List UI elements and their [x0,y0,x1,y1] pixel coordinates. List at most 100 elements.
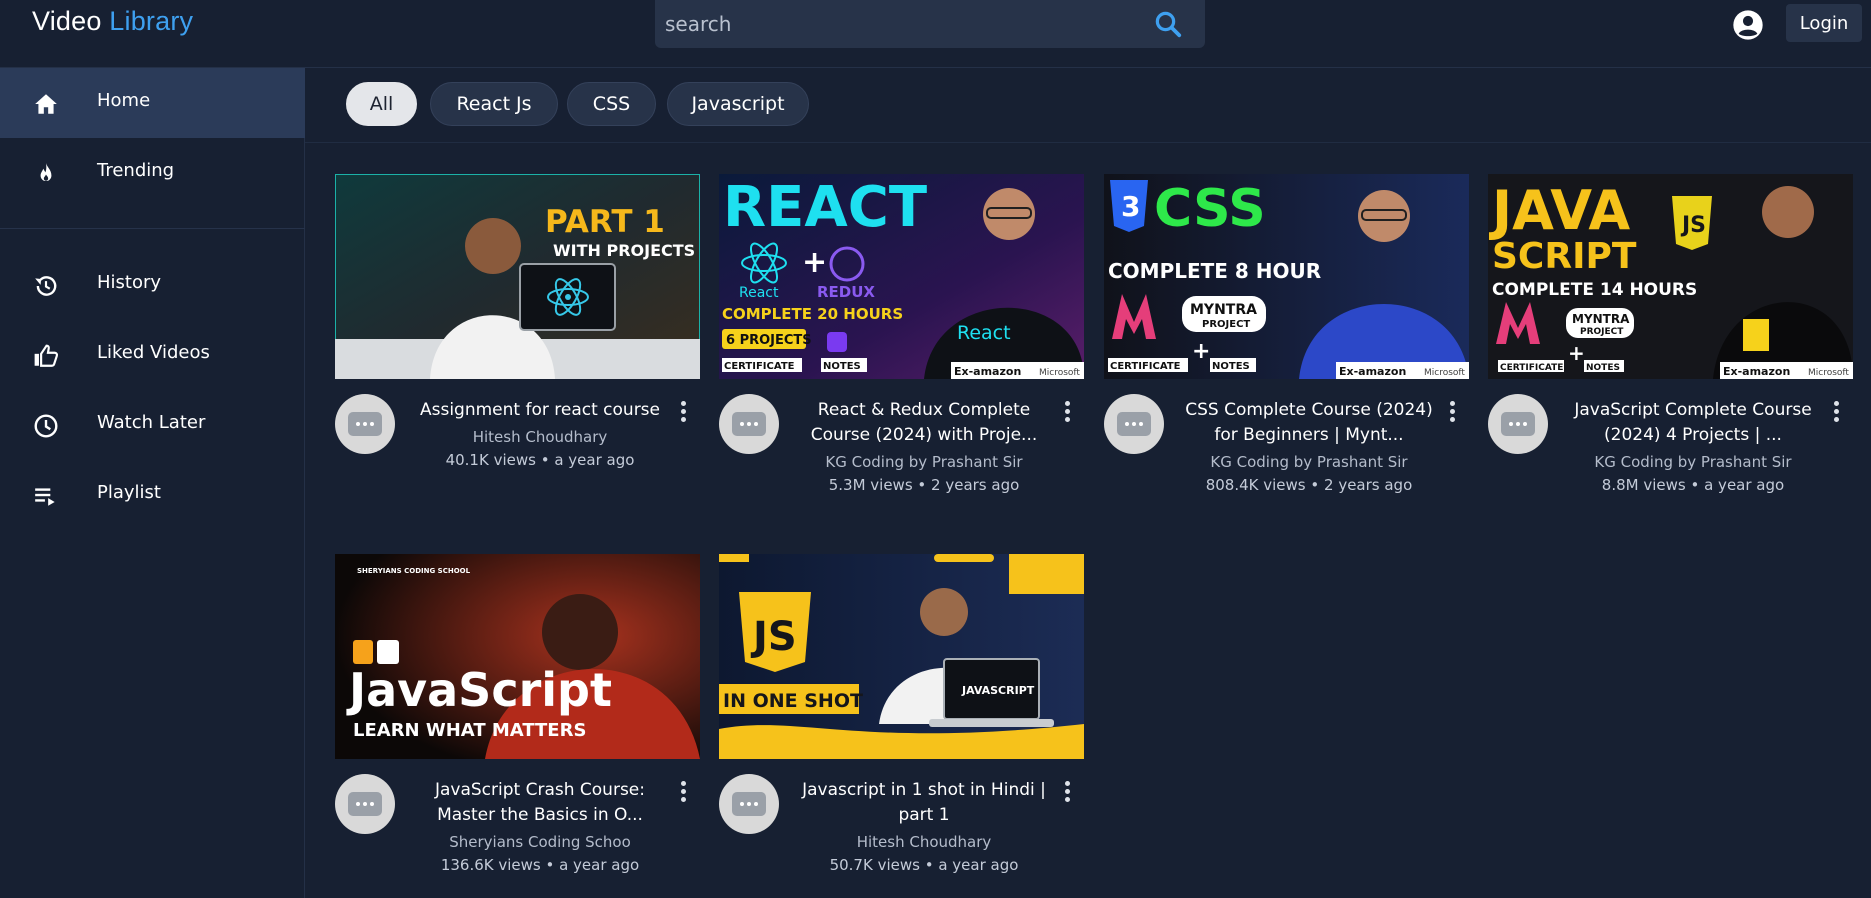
thumbnail-text: COMPLETE 14 HOURS [1492,280,1697,300]
video-channel[interactable]: KG Coding by Prashant Sir [1174,453,1444,471]
svg-text:+: + [802,245,827,280]
channel-avatar[interactable] [719,394,779,454]
sidebar: Home Trending History Liked Videos Watch… [0,68,305,898]
video-thumbnail[interactable]: SHERYIANS CODING SCHOOL JavaScript LEARN… [335,554,700,759]
sidebar-divider [0,228,305,229]
search-bar [655,0,1205,48]
brand-logo[interactable]: Video Library [32,6,193,37]
sidebar-item-label: Liked Videos [97,342,210,363]
chip-javascript[interactable]: Javascript [667,82,809,126]
thumbnail-text: Microsoft [1424,368,1465,378]
channel-avatar[interactable] [1488,394,1548,454]
sidebar-item-label: Home [97,90,151,111]
video-title[interactable]: JavaScript Crash Course: Master the Basi… [405,778,675,828]
more-options-icon[interactable] [1063,400,1071,424]
sidebar-item-home[interactable]: Home [0,68,305,138]
chip-react-js[interactable]: React Js [430,82,558,126]
svg-text:+: + [1568,341,1585,365]
thumbnail-text: NOTES [1586,363,1620,373]
video-channel[interactable]: KG Coding by Prashant Sir [789,453,1059,471]
video-title[interactable]: CSS Complete Course (2024) for Beginners… [1174,398,1444,448]
top-bar: Video Library Login [0,0,1871,68]
thumbnail-text: Ex-amazon [1339,365,1406,378]
svg-text:3: 3 [1121,190,1140,223]
video-meta: 8.8M views • a year ago [1601,476,1785,494]
home-icon [35,94,57,114]
sidebar-item-playlist[interactable]: Playlist [0,460,305,530]
thumbnail-text: JAVASCRIPT [961,684,1035,697]
more-options-icon[interactable] [1832,400,1840,424]
thumbnail-text: SCRIPT [1492,236,1637,277]
video-thumbnail[interactable]: PART 1 WITH PROJECTS [335,174,700,379]
thumbnail-text: REACT [723,175,927,240]
sidebar-item-label: Watch Later [97,412,206,433]
video-thumbnail[interactable]: JAVA SCRIPT JS COMPLETE 14 HOURS MYNTRA … [1488,174,1853,379]
channel-avatar[interactable] [335,394,395,454]
video-title[interactable]: React & Redux Complete Course (2024) wit… [789,398,1059,448]
thumbnail-text: SHERYIANS CODING SCHOOL [357,567,471,575]
login-button[interactable]: Login [1786,4,1862,42]
chip-css[interactable]: CSS [567,82,656,126]
video-title[interactable]: Assignment for react course [405,398,675,423]
thumbnail-text: NOTES [1212,361,1250,372]
more-options-icon[interactable] [679,780,687,804]
clock-icon [34,414,58,438]
video-channel[interactable]: Sheryians Coding Schoo [405,833,675,851]
more-options-icon[interactable] [679,400,687,424]
video-meta: 5.3M views • 2 years ago [828,476,1020,494]
sidebar-item-trending[interactable]: Trending [0,138,305,208]
video-meta: 808.4K views • 2 years ago [1205,476,1413,494]
thumbnail-text: JS [750,614,797,660]
channel-avatar[interactable] [335,774,395,834]
svg-text:+: + [1192,339,1210,364]
thumbnail-text: Microsoft [1039,368,1080,378]
video-thumbnail[interactable]: JS IN ONE SHOT JAVASCRIPT [719,554,1084,759]
thumbnail-text: CERTIFICATE [1500,363,1563,373]
more-options-icon[interactable] [1063,780,1071,804]
svg-text:JS: JS [1680,213,1706,238]
thumbnail-text: CSS [1154,179,1266,239]
sidebar-item-watch-later[interactable]: Watch Later [0,390,305,460]
thumbnail-text: IN ONE SHOT [723,690,863,712]
thumbnail-text: REDUX [817,283,875,301]
video-meta: 50.7K views • a year ago [829,856,1019,874]
thumbnail-text: COMPLETE 8 HOUR [1108,259,1321,283]
thumbnail-text: CERTIFICATE [1110,361,1181,372]
thumbs-up-icon [34,344,59,367]
thumbnail-text: Ex-amazon [954,365,1021,378]
playlist-icon [35,488,55,506]
chip-all[interactable]: All [346,82,417,126]
channel-avatar[interactable] [719,774,779,834]
more-options-icon[interactable] [1448,400,1456,424]
thumbnail-text: NOTES [823,361,861,372]
thumbnail-text: MYNTRA [1572,312,1630,326]
video-channel[interactable]: Hitesh Choudhary [405,428,675,446]
thumbnail-text: JavaScript [346,663,612,717]
video-channel[interactable]: Hitesh Choudhary [789,833,1059,851]
sidebar-item-history[interactable]: History [0,250,305,320]
video-title[interactable]: Javascript in 1 shot in Hindi | part 1 [789,778,1059,828]
search-input[interactable] [665,8,1125,40]
sidebar-item-label: Playlist [97,482,161,503]
thumbnail-text: Microsoft [1808,368,1849,378]
thumbnail-text: 6 PROJECTS [726,333,812,348]
fire-icon [40,163,52,182]
channel-avatar[interactable] [1104,394,1164,454]
video-thumbnail[interactable]: 3 CSS COMPLETE 8 HOUR MYNTRA PROJECT CER… [1104,174,1469,379]
video-channel[interactable]: KG Coding by Prashant Sir [1558,453,1828,471]
sidebar-item-label: Trending [97,160,175,181]
thumbnail-text: PROJECT [1202,319,1250,330]
thumbnail-text: Ex-amazon [1723,365,1790,378]
video-title[interactable]: JavaScript Complete Course (2024) 4 Proj… [1558,398,1828,448]
chat-bubble-icon [348,792,382,816]
search-icon[interactable] [1153,9,1183,39]
sidebar-item-label: History [97,272,162,293]
chat-bubble-icon [1117,412,1151,436]
thumbnail-text: PROJECT [1580,327,1624,337]
chat-bubble-icon [732,412,766,436]
video-meta: 40.1K views • a year ago [445,451,635,469]
sidebar-item-liked-videos[interactable]: Liked Videos [0,320,305,390]
video-thumbnail[interactable]: REACT React + REDUX COMPLETE 20 HOURS 6 … [719,174,1084,379]
thumbnail-text: PART 1 [545,204,665,240]
account-circle-icon[interactable] [1732,9,1764,41]
